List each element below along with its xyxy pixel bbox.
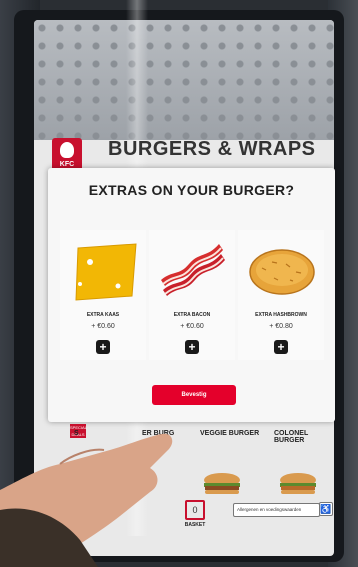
burger-image [280,473,316,494]
add-button[interactable]: + [274,340,288,354]
colonel-face-icon [60,142,74,158]
add-button[interactable]: + [185,340,199,354]
extra-item-price: + €0.60 [91,323,115,330]
tab-colonel-burger[interactable]: COLONEL BURGER [274,430,334,444]
kfc-logo: KFC [52,138,82,172]
confirm-button[interactable]: Bevestig [152,385,236,405]
photo-scene: KFC BURGERS & WRAPS EXTRAS ON YOUR BURGE… [0,0,358,567]
cheese-slice-icon [75,243,137,301]
extra-item-cheese[interactable]: EXTRA KAAS + €0.60 + [60,230,146,360]
modal-title: EXTRAS ON YOUR BURGER? [88,182,295,198]
wheelchair-icon[interactable]: ♿ [319,502,333,516]
extras-modal: EXTRAS ON YOUR BURGER? EXTRA KAAS + €0.6… [48,168,335,422]
extra-item-hashbrown[interactable]: EXTRA HASHBROWN + €0.80 + [238,230,324,360]
bacon-strips-icon [161,244,225,296]
hero-banner [34,20,334,140]
extra-item-bacon[interactable]: EXTRA BACON + €0.60 + [149,230,235,360]
pointing-hand [0,433,173,567]
extra-item-price: + €0.60 [180,323,204,330]
hashbrown-icon [249,249,315,295]
add-button[interactable]: + [96,340,110,354]
extra-item-name: EXTRA HASHBROWN [255,312,307,318]
extra-item-price: + €0.80 [269,323,293,330]
allergen-info-button[interactable]: Allergenen en voedingswaarden [233,503,320,517]
extra-item-name: EXTRA KAAS [86,312,120,318]
category-title: BURGERS & WRAPS [108,138,316,160]
extra-item-name: EXTRA BACON [173,312,211,318]
